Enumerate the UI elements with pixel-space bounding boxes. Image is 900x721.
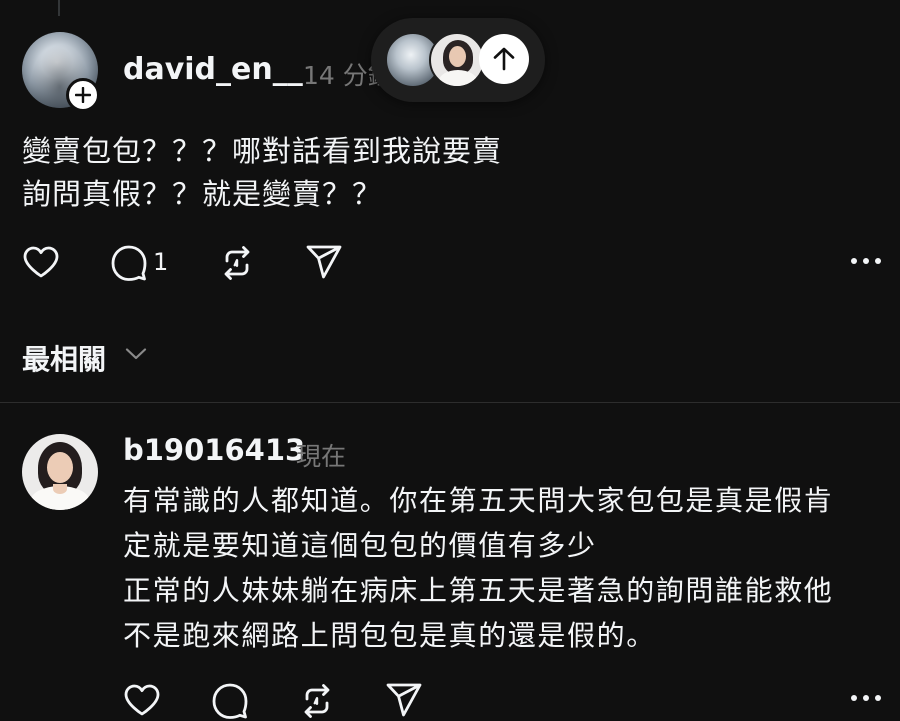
more-dots-icon[interactable] <box>850 255 882 267</box>
reply-line: 不是跑來網路上問包包是真的還是假的。 <box>123 619 656 652</box>
post-line: 變賣包包？？？哪對話看到我說要賣 <box>22 134 503 168</box>
heart-icon[interactable] <box>123 683 161 717</box>
repost-icon[interactable] <box>218 244 256 282</box>
scroll-to-top-button[interactable] <box>479 34 529 84</box>
new-posts-pill[interactable] <box>371 18 545 102</box>
pill-avatar-woman <box>429 32 485 88</box>
chevron-down-icon[interactable] <box>124 346 148 362</box>
comment-bubble-icon[interactable] <box>211 682 249 720</box>
sort-selector-label[interactable]: 最相關 <box>22 338 106 378</box>
reply-username[interactable]: b19016413 <box>123 433 305 467</box>
send-icon[interactable] <box>385 682 423 718</box>
comment-bubble-icon[interactable] <box>110 244 148 282</box>
reply-line: 正常的人妹妹躺在病床上第五天是著急的詢問誰能救他 <box>123 574 834 607</box>
section-divider <box>0 402 900 403</box>
post-line: 詢問真假？？就是變賣？？ <box>22 177 383 211</box>
reply-line: 有常識的人都知道。你在第五天問大家包包是真是假肯 <box>123 484 834 517</box>
follow-plus-icon[interactable] <box>66 78 100 112</box>
reply-line: 定就是要知道這個包包的價值有多少 <box>123 529 597 562</box>
thread-connector-line <box>58 0 60 16</box>
reply-body: 有常識的人都知道。你在第五天問大家包包是真是假肯 定就是要知道這個包包的價值有多… <box>123 478 833 658</box>
avatar-b19016413[interactable] <box>22 434 98 510</box>
send-icon[interactable] <box>305 244 343 280</box>
post-body: 變賣包包？？？哪對話看到我說要賣 詢問真假？？就是變賣？？ <box>22 130 502 216</box>
more-dots-icon[interactable] <box>850 692 882 704</box>
heart-icon[interactable] <box>22 245 60 279</box>
arrow-up-icon <box>493 47 515 71</box>
repost-icon[interactable] <box>298 682 336 720</box>
reply-timestamp: 現在 <box>296 442 347 471</box>
post-username[interactable]: david_en__ <box>123 52 303 87</box>
reply-count: 1 <box>153 248 169 276</box>
